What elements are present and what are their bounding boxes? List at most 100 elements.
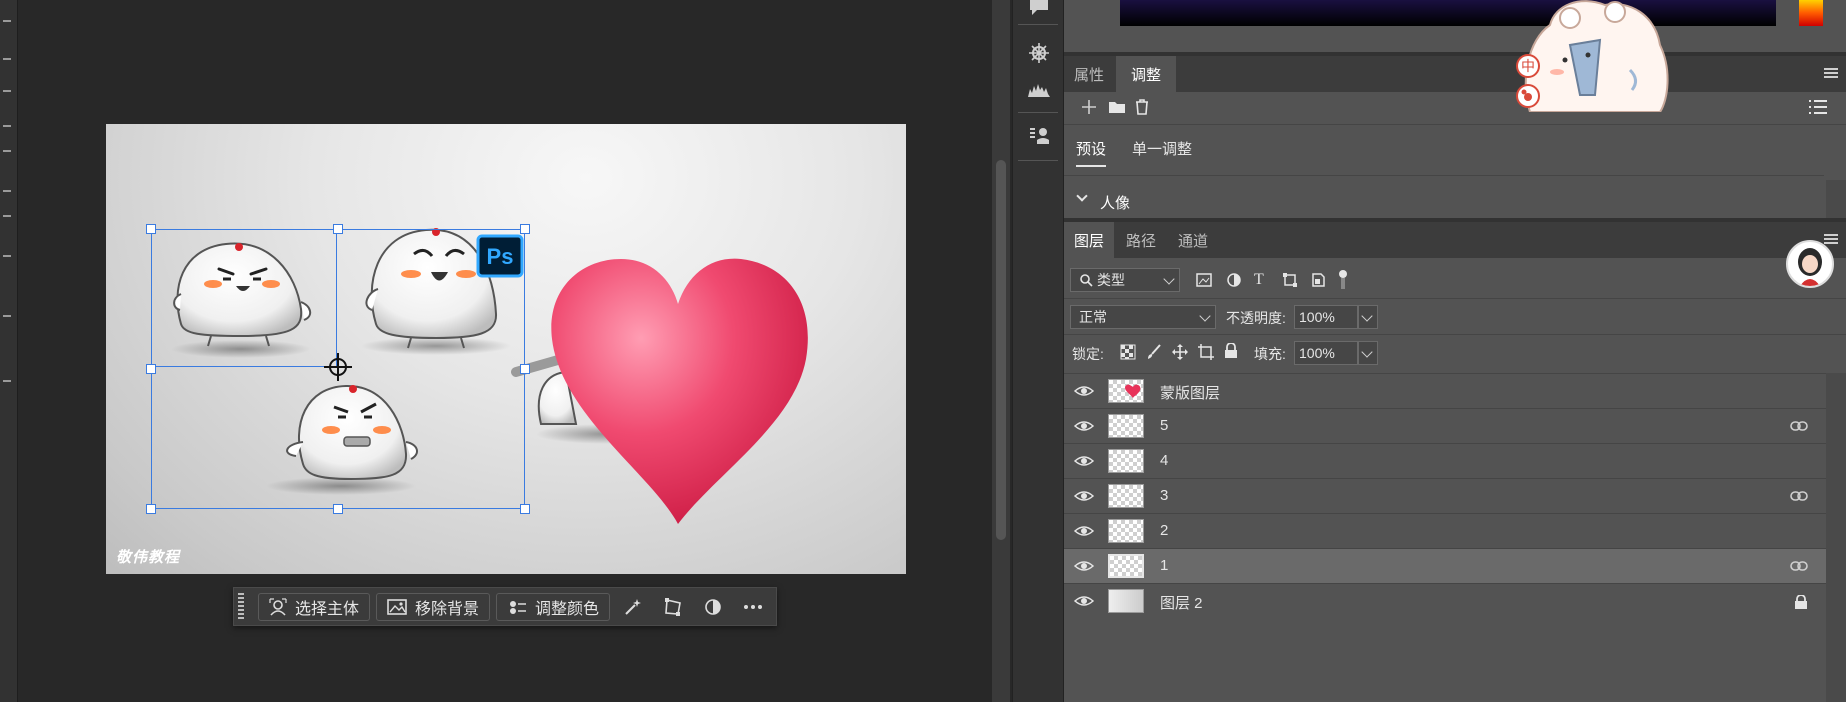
layer-filter-dropdown[interactable]: 类型 <box>1070 268 1180 292</box>
layer-row-background[interactable]: 图层 2 <box>1064 583 1826 618</box>
transform-handle[interactable] <box>520 364 530 374</box>
layer-thumbnail <box>1108 589 1144 613</box>
more-options-button[interactable] <box>736 593 770 621</box>
layers-panel-menu-icon[interactable] <box>1824 234 1838 246</box>
layer-list: 蒙版图层 5 4 3 2 1 图层 2 <box>1064 373 1826 623</box>
document-canvas[interactable]: Ps 敬伟教程 <box>106 124 906 574</box>
lock-transparent-icon[interactable] <box>1120 344 1136 364</box>
filter-shape-icon[interactable] <box>1282 272 1298 292</box>
subtab-presets[interactable]: 预设 <box>1076 138 1107 167</box>
adjust-panel-menu-icon[interactable] <box>1824 68 1838 80</box>
tool-tick[interactable] <box>3 90 11 92</box>
visibility-eye-icon[interactable] <box>1074 524 1094 538</box>
tab-properties[interactable]: 属性 <box>1064 56 1114 92</box>
transform-handle[interactable] <box>146 364 156 374</box>
layers-panel-tabs: 图层 路径 通道 <box>1064 222 1846 258</box>
transform-handle[interactable] <box>520 504 530 514</box>
tab-channels[interactable]: 通道 <box>1166 222 1220 258</box>
expand-chevron-icon[interactable] <box>1076 190 1088 202</box>
visibility-eye-icon[interactable] <box>1074 594 1094 608</box>
tool-tick[interactable] <box>3 380 11 382</box>
layer-thumbnail <box>1108 414 1144 438</box>
layer-name: 蒙版图层 <box>1160 385 1221 402</box>
contextual-task-bar: 选择主体 移除背景 调整颜色 <box>233 587 777 626</box>
blend-mode-dropdown[interactable]: 正常 <box>1070 305 1216 329</box>
navigator-wheel-icon[interactable] <box>1026 40 1052 66</box>
transform-handle[interactable] <box>333 504 343 514</box>
layer-row-1[interactable]: 1 <box>1064 548 1826 583</box>
lock-pixels-brush-icon[interactable] <box>1146 344 1162 364</box>
preset-group-portrait[interactable]: 人像 <box>1100 192 1130 213</box>
filter-smart-object-icon[interactable] <box>1310 272 1326 292</box>
filter-toggle-switch[interactable] <box>1338 268 1348 294</box>
visibility-eye-icon[interactable] <box>1074 559 1094 573</box>
opacity-dropdown-button[interactable] <box>1358 305 1378 329</box>
layer-row-5[interactable]: 5 <box>1064 408 1826 443</box>
tool-tick[interactable] <box>3 315 11 317</box>
visibility-eye-icon[interactable] <box>1074 419 1094 433</box>
histogram-icon[interactable] <box>1026 76 1052 102</box>
layer-thumbnail <box>1108 554 1144 578</box>
layer-row-mask[interactable]: 蒙版图层 <box>1064 373 1826 408</box>
transform-handle[interactable] <box>333 224 343 234</box>
sparkle-wand-icon <box>625 598 642 615</box>
remove-background-label: 移除背景 <box>415 600 480 618</box>
fill-value: 100% <box>1299 345 1335 361</box>
ime-indicator[interactable]: 中 <box>1516 54 1540 78</box>
remove-background-button[interactable]: 移除背景 <box>376 592 491 621</box>
remove-background-icon <box>387 598 407 615</box>
generative-sparkle-button[interactable] <box>616 593 650 621</box>
tool-tick[interactable] <box>3 125 11 127</box>
tool-tick[interactable] <box>3 255 11 257</box>
layer-row-2[interactable]: 2 <box>1064 513 1826 548</box>
layer-row-4[interactable]: 4 <box>1064 443 1826 478</box>
select-subject-button[interactable]: 选择主体 <box>258 592 371 621</box>
subtab-single-adjustment[interactable]: 单一调整 <box>1132 138 1192 159</box>
filter-adjustment-icon[interactable] <box>1226 272 1242 292</box>
opacity-field[interactable]: 100% <box>1294 305 1358 329</box>
adjust-color-button[interactable]: 调整颜色 <box>496 592 611 621</box>
transform-handle[interactable] <box>520 224 530 234</box>
layers-scrollbar[interactable] <box>1826 373 1846 702</box>
tool-tick[interactable] <box>3 150 11 152</box>
transform-icon <box>665 597 681 616</box>
fill-dropdown-button[interactable] <box>1358 341 1378 365</box>
layer-row-3[interactable]: 3 <box>1064 478 1826 513</box>
canvas-scrollbar-thumb[interactable] <box>996 160 1006 540</box>
pivot-crosshair-icon[interactable] <box>324 353 352 381</box>
drag-grip-icon[interactable] <box>238 592 244 621</box>
tool-tick[interactable] <box>3 58 11 60</box>
lock-all-icon[interactable] <box>1224 342 1238 363</box>
adjust-panel-scrollbar[interactable] <box>1826 180 1846 218</box>
trash-icon[interactable] <box>1134 98 1150 120</box>
tool-tick[interactable] <box>3 20 11 22</box>
comments-icon[interactable] <box>1026 0 1052 20</box>
filter-pixel-icon[interactable] <box>1196 273 1212 291</box>
transform-button[interactable] <box>656 593 690 621</box>
visibility-eye-icon[interactable] <box>1074 384 1094 398</box>
search-icon <box>1080 274 1093 287</box>
folder-icon[interactable] <box>1108 99 1126 119</box>
add-preset-icon[interactable] <box>1080 98 1098 116</box>
visibility-eye-icon[interactable] <box>1074 489 1094 503</box>
color-field[interactable] <box>1120 0 1776 26</box>
clone-source-icon[interactable] <box>1026 124 1052 150</box>
layer-thumbnail <box>1108 379 1144 403</box>
tool-tick[interactable] <box>3 215 11 217</box>
tab-adjustments[interactable]: 调整 <box>1116 56 1176 92</box>
lock-artboard-icon[interactable] <box>1198 344 1214 364</box>
list-view-icon[interactable] <box>1808 99 1828 119</box>
transform-handle[interactable] <box>146 224 156 234</box>
tab-paths[interactable]: 路径 <box>1116 222 1166 258</box>
tab-layers[interactable]: 图层 <box>1064 222 1114 258</box>
hue-slider[interactable] <box>1799 0 1823 26</box>
visibility-eye-icon[interactable] <box>1074 454 1094 468</box>
ime-mode-icon[interactable] <box>1516 84 1540 108</box>
avatar[interactable] <box>1786 240 1834 288</box>
lock-position-move-icon[interactable] <box>1172 344 1188 364</box>
transform-handle[interactable] <box>146 504 156 514</box>
tool-tick[interactable] <box>3 190 11 192</box>
filter-type-icon[interactable]: T <box>1254 271 1264 289</box>
fill-field[interactable]: 100% <box>1294 341 1358 365</box>
mask-button[interactable] <box>696 593 730 621</box>
